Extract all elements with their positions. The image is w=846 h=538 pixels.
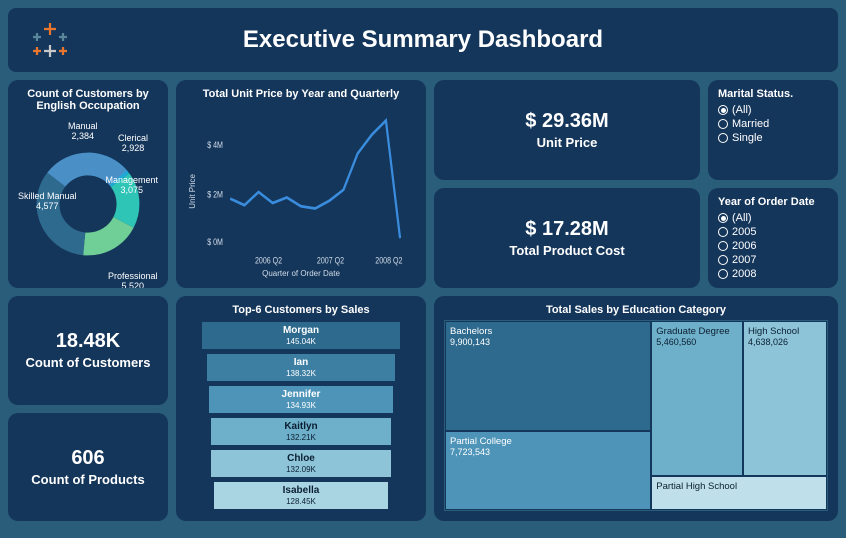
donut-panel: Count of Customers by English Occupation… bbox=[8, 80, 168, 288]
line-panel: Total Unit Price by Year and Quarterly U… bbox=[176, 80, 426, 288]
xtick: 2006 Q2 bbox=[255, 256, 283, 266]
treemap-chart: Bachelors9,900,143 Partial College7,723,… bbox=[444, 320, 828, 511]
donut-label-skilled: Skilled Manual4,577 bbox=[18, 192, 77, 212]
kpi-value: 18.48K bbox=[56, 330, 121, 353]
kpi-unit-price: $ 29.36M Unit Price bbox=[434, 80, 700, 180]
ytick: $ 4M bbox=[207, 140, 223, 150]
funnel-chart: Morgan145.04K Ian138.32K Jennifer134.93K… bbox=[186, 320, 416, 511]
funnel-panel: Top-6 Customers by Sales Morgan145.04K I… bbox=[176, 296, 426, 521]
kpi-count-customers: 18.48K Count of Customers bbox=[8, 296, 168, 405]
radio-year-2006[interactable]: 2006 bbox=[718, 240, 828, 252]
kpi-label: Unit Price bbox=[537, 135, 598, 150]
panel-title: Count of Customers by English Occupation bbox=[18, 88, 158, 112]
radio-single[interactable]: Single bbox=[718, 132, 828, 144]
y-axis-label: Unit Price bbox=[188, 174, 197, 209]
panel-title: Total Unit Price by Year and Quarterly bbox=[186, 88, 416, 100]
kpi-total-product-cost: $ 17.28M Total Product Cost bbox=[434, 188, 700, 288]
ytick: $ 0M bbox=[207, 237, 223, 247]
panel-title: Total Sales by Education Category bbox=[444, 304, 828, 316]
line-series bbox=[230, 121, 400, 239]
radio-year-all[interactable]: (All) bbox=[718, 212, 828, 224]
radio-all[interactable]: (All) bbox=[718, 104, 828, 116]
radio-year-2005[interactable]: 2005 bbox=[718, 226, 828, 238]
radio-married[interactable]: Married bbox=[718, 118, 828, 130]
treemap-cell-highschool: High School4,638,026 bbox=[743, 321, 827, 476]
donut-label-professional: Professional5,520 bbox=[108, 272, 158, 288]
treemap-cell-partial-college: Partial College7,723,543 bbox=[445, 431, 651, 510]
funnel-bar: Jennifer134.93K bbox=[209, 386, 393, 413]
page-title: Executive Summary Dashboard bbox=[243, 26, 603, 54]
radio-year-2007[interactable]: 2007 bbox=[718, 254, 828, 266]
ytick: $ 2M bbox=[207, 190, 223, 200]
line-chart: Unit Price $ 4M $ 2M $ 0M 2006 Q2 2007 Q… bbox=[186, 104, 416, 280]
treemap-cell-graduate: Graduate Degree5,460,560 bbox=[651, 321, 743, 476]
radio-year-2008[interactable]: 2008 bbox=[718, 268, 828, 280]
filter-year: Year of Order Date (All) 2005 2006 2007 … bbox=[708, 188, 838, 288]
donut-label-management: Management3,075 bbox=[105, 176, 158, 196]
kpi-value: $ 17.28M bbox=[525, 218, 608, 241]
kpi-value: 606 bbox=[71, 447, 104, 470]
funnel-bar: Chloe132.09K bbox=[211, 450, 390, 477]
filter-title: Marital Status. bbox=[718, 88, 828, 100]
xtick: 2007 Q2 bbox=[317, 256, 345, 266]
funnel-bar: Morgan145.04K bbox=[202, 322, 400, 349]
header: Executive Summary Dashboard bbox=[8, 8, 838, 72]
kpi-label: Total Product Cost bbox=[509, 243, 624, 258]
donut-label-manual: Manual2,384 bbox=[68, 122, 98, 142]
filter-marital: Marital Status. (All) Married Single bbox=[708, 80, 838, 180]
kpi-label: Count of Products bbox=[31, 472, 144, 487]
kpi-value: $ 29.36M bbox=[525, 110, 608, 133]
funnel-bar: Isabella128.45K bbox=[214, 482, 389, 509]
x-axis-label: Quarter of Order Date bbox=[186, 269, 416, 278]
tableau-logo-icon bbox=[20, 10, 80, 70]
kpi-count-products: 606 Count of Products bbox=[8, 413, 168, 522]
funnel-bar: Kaitlyn132.21K bbox=[211, 418, 390, 445]
treemap-cell-bachelors: Bachelors9,900,143 bbox=[445, 321, 651, 431]
donut-chart: Manual2,384 Clerical2,928 Management3,07… bbox=[18, 116, 158, 288]
funnel-bar: Ian138.32K bbox=[207, 354, 396, 381]
treemap-cell-partial-hs: Partial High School bbox=[651, 476, 827, 510]
filter-title: Year of Order Date bbox=[718, 196, 828, 208]
panel-title: Top-6 Customers by Sales bbox=[186, 304, 416, 316]
treemap-panel: Total Sales by Education Category Bachel… bbox=[434, 296, 838, 521]
donut-label-clerical: Clerical2,928 bbox=[118, 134, 148, 154]
xtick: 2008 Q2 bbox=[375, 256, 403, 266]
kpi-label: Count of Customers bbox=[26, 355, 151, 370]
